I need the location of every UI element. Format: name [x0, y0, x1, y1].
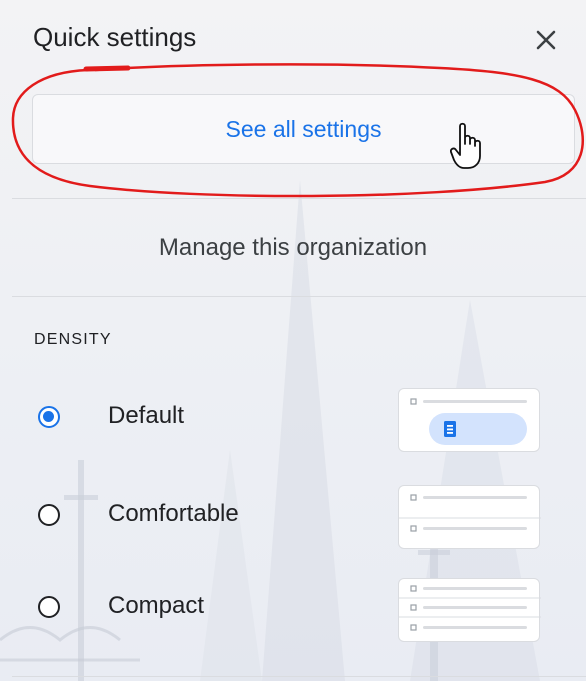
density-heading: DENSITY: [34, 331, 112, 348]
panel-title: Quick settings: [33, 22, 197, 52]
quick-settings-panel: Quick settings See all settings Manage t…: [0, 0, 586, 681]
radio-comfortable[interactable]: [38, 504, 60, 526]
density-compact-preview-icon: [398, 578, 541, 642]
divider: [12, 198, 586, 199]
density-option-label: Compact: [108, 592, 205, 619]
see-all-settings-button[interactable]: See all settings: [32, 94, 575, 164]
close-button[interactable]: [526, 20, 566, 60]
close-icon: [536, 30, 556, 50]
density-option-label: Comfortable: [108, 500, 239, 527]
density-default-preview-icon: [398, 388, 540, 452]
manage-organization-link[interactable]: Manage this organization: [0, 226, 586, 270]
density-option-label: Default: [108, 402, 185, 429]
divider: [12, 676, 586, 677]
divider: [12, 296, 586, 297]
radio-compact[interactable]: [38, 596, 60, 618]
density-comfortable-preview-icon: [398, 485, 541, 549]
radio-default[interactable]: [38, 406, 60, 428]
